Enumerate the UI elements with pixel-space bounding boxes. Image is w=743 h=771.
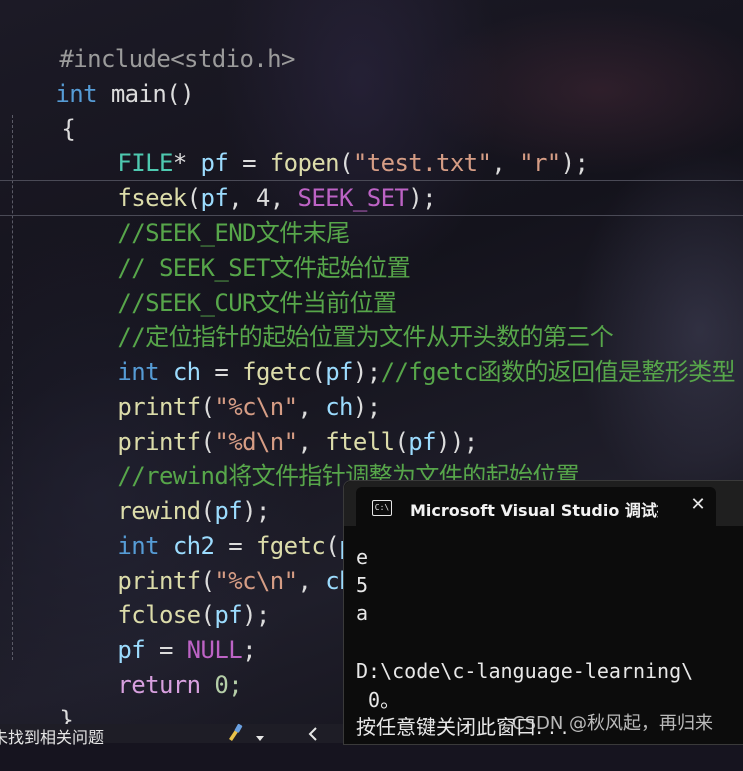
console-output-line: e bbox=[356, 545, 369, 569]
code-line-14[interactable]: rewind(pf); bbox=[62, 460, 270, 525]
debug-console-window[interactable]: C:\ Microsoft Visual Studio 调试控制台 ✕ e 5 … bbox=[343, 480, 743, 745]
code-line-13[interactable]: //rewind将文件指针调整为文件的起始位置 bbox=[62, 425, 579, 490]
console-output-line: 0。 bbox=[356, 688, 401, 712]
code-line-10[interactable]: int ch = fgetc(pf);//fgetc函数的返回值是整形类型 bbox=[62, 321, 735, 386]
chevron-left-icon[interactable] bbox=[308, 726, 318, 745]
console-titlebar[interactable]: C:\ Microsoft Visual Studio 调试控制台 ✕ bbox=[344, 481, 743, 526]
console-output-line: a bbox=[356, 601, 369, 625]
chevron-down-icon[interactable] bbox=[255, 728, 265, 747]
code-line-1[interactable]: #include<stdio.h> bbox=[4, 8, 295, 73]
console-tab[interactable]: C:\ Microsoft Visual Studio 调试控制台 ✕ bbox=[356, 487, 716, 526]
code-line-5[interactable]: fseek(pf, 4, SEEK_SET); bbox=[62, 147, 436, 212]
code-line-6[interactable]: //SEEK_END文件末尾 bbox=[62, 182, 350, 247]
code-line-19[interactable]: return 0; bbox=[62, 634, 242, 699]
console-output-line: D:\code\c-language-learning\ bbox=[356, 659, 694, 683]
code-line-20[interactable]: } bbox=[4, 669, 73, 734]
code-line-3[interactable]: { bbox=[6, 78, 75, 143]
code-line-18[interactable]: pf = NULL; bbox=[62, 599, 256, 664]
terminal-icon: C:\ bbox=[372, 500, 392, 516]
code-line-9[interactable]: //定位指针的起始位置为文件从开头数的第三个 bbox=[62, 286, 613, 351]
close-icon[interactable]: ✕ bbox=[686, 493, 710, 517]
code-line-12[interactable]: printf("%d\n", ftell(pf)); bbox=[62, 391, 478, 456]
console-output-line: 5 bbox=[356, 573, 369, 597]
code-line-2[interactable]: int main() bbox=[0, 43, 194, 108]
brush-icon[interactable] bbox=[226, 722, 244, 746]
watermark-text: CSDN @秋风起，再归来 bbox=[512, 713, 714, 734]
code-line-7[interactable]: // SEEK_SET文件起始位置 bbox=[62, 217, 410, 282]
code-line-17[interactable]: fclose(pf); bbox=[62, 564, 270, 629]
problems-status-text[interactable]: 未找到相关问题 bbox=[0, 724, 104, 748]
code-line-11[interactable]: printf("%c\n", ch); bbox=[62, 356, 381, 421]
status-bar: 未找到相关问题 bbox=[0, 722, 343, 747]
console-tab-title: Microsoft Visual Studio 调试控制台 bbox=[410, 501, 658, 520]
code-line-8[interactable]: //SEEK_CUR文件当前位置 bbox=[62, 252, 397, 317]
code-line-4[interactable]: FILE* pf = fopen("test.txt", "r"); bbox=[62, 112, 589, 177]
